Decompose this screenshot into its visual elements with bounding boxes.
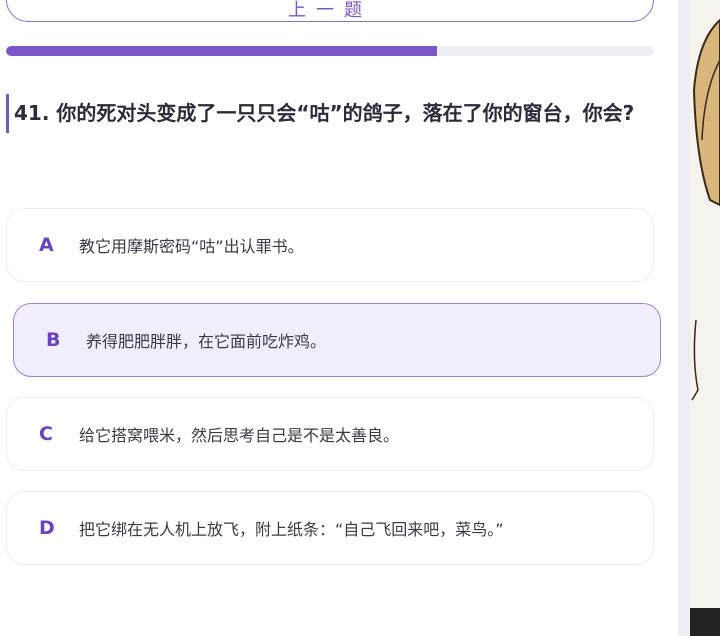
option-a[interactable]: A 教它用摩斯密码“咕”出认罪书。 — [6, 208, 654, 282]
option-letter: C — [39, 423, 53, 445]
option-text: 教它用摩斯密码“咕”出认罪书。 — [79, 237, 304, 256]
option-d[interactable]: D 把它绑在无人机上放飞，附上纸条：“自己飞回来吧，菜鸟。” — [6, 491, 654, 565]
side-illustration — [690, 0, 720, 636]
illustration-fragment — [691, 18, 720, 401]
option-c[interactable]: C 给它搭窝喂米，然后思考自己是不是太善良。 — [6, 397, 654, 471]
question-text: 41. 你的死对头变成了一只只会“咕”的鸽子，落在了你的窗台，你会? — [6, 94, 654, 133]
option-text: 给它搭窝喂米，然后思考自己是不是太善良。 — [79, 426, 400, 445]
illustration-bottom-bar — [690, 608, 720, 636]
previous-question-button[interactable]: 上一题 — [6, 0, 654, 22]
option-letter: A — [39, 234, 54, 256]
option-letter: B — [46, 329, 61, 351]
progress-bar — [6, 46, 654, 56]
progress-fill — [6, 46, 437, 56]
option-text: 养得肥肥胖胖，在它面前吃炸鸡。 — [86, 332, 327, 351]
option-text: 把它绑在无人机上放飞，附上纸条：“自己飞回来吧，菜鸟。” — [79, 520, 504, 539]
option-letter: D — [39, 517, 55, 539]
option-b[interactable]: B 养得肥肥胖胖，在它面前吃炸鸡。 — [13, 303, 661, 377]
panel-divider — [678, 0, 690, 636]
quiz-panel: 上一题 41. 你的死对头变成了一只只会“咕”的鸽子，落在了你的窗台，你会? A… — [0, 0, 678, 636]
previous-question-label: 上一题 — [288, 0, 372, 21]
